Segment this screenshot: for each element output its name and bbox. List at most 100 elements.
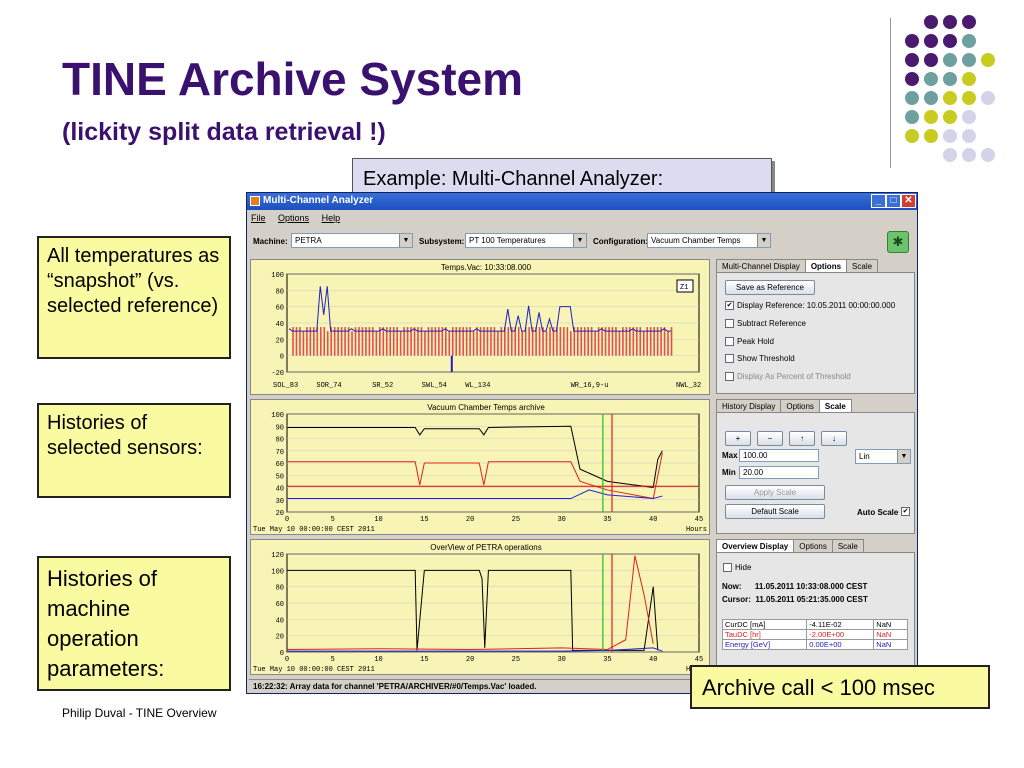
zoom-in-button[interactable]: + <box>725 431 751 446</box>
machine-label: Machine: <box>253 237 288 246</box>
decorative-dot <box>962 129 976 143</box>
selector-toolbar: Machine: PETRA ▼ Subsystem: PT 100 Temper… <box>247 229 917 255</box>
default-scale-button[interactable]: Default Scale <box>725 504 825 519</box>
decorative-dot <box>924 129 938 143</box>
checked-icon: ✔ <box>725 301 734 310</box>
analyzer-window: Multi-Channel Analyzer _ □ ✕ File Option… <box>246 192 918 694</box>
checkbox-icon <box>725 372 734 381</box>
machine-select[interactable]: PETRA ▼ <box>291 233 413 248</box>
menu-help[interactable]: Help <box>322 213 341 223</box>
decorative-dot <box>981 148 995 162</box>
subsystem-select[interactable]: PT 100 Temperatures ▼ <box>465 233 587 248</box>
scale-type-value: Lin <box>859 452 870 461</box>
decorative-dot <box>981 91 995 105</box>
decorative-dot <box>905 53 919 67</box>
tab-scale[interactable]: Scale <box>846 259 879 272</box>
chevron-down-icon[interactable]: ▼ <box>399 234 412 247</box>
display-reference-checkbox[interactable]: ✔ Display Reference: 10.05.2011 00:00:00.… <box>725 301 895 310</box>
menu-options[interactable]: Options <box>278 213 309 223</box>
table-row[interactable]: TauDC [hr] -2.00E+00 NaN <box>721 629 908 640</box>
param-name: Energy [GeV] <box>721 639 808 650</box>
decorative-dot <box>943 148 957 162</box>
show-threshold-label: Show Threshold <box>737 354 795 363</box>
x-tick-label: 0 <box>285 656 289 664</box>
x-tick-label: 0 <box>285 516 289 524</box>
max-input[interactable]: 100.00 <box>739 449 819 462</box>
cursor-readout: Cursor: 11.05.2011 05:21:35.000 CEST <box>722 595 868 604</box>
tab-options[interactable]: Options <box>804 259 848 272</box>
history-plot[interactable]: Vacuum Chamber Temps archive 100 90 80 70 60 5… <box>250 399 710 535</box>
tab-multichannel-display[interactable]: Multi-Channel Display <box>716 259 806 272</box>
menu-bar: File Options Help <box>247 211 917 227</box>
series-line <box>287 569 659 651</box>
decorative-dot <box>962 15 976 29</box>
x-tick-label: 45 <box>695 516 703 524</box>
history-panel: History Display Options Scale + − ↑ ↓ Max … <box>716 399 915 535</box>
scale-type-select[interactable]: Lin ▼ <box>855 449 911 464</box>
decorative-dot <box>981 53 995 67</box>
table-row[interactable]: CurDC [mA] -4.11E-02 NaN <box>721 619 908 630</box>
y-tick-label: 90 <box>276 424 284 432</box>
series-line <box>287 453 663 500</box>
min-input[interactable]: 20.00 <box>739 466 819 479</box>
shift-down-button[interactable]: ↓ <box>821 431 847 446</box>
divider <box>890 18 891 168</box>
chevron-down-icon[interactable]: ▼ <box>757 234 770 247</box>
peak-hold-checkbox[interactable]: Peak Hold <box>725 337 774 346</box>
y-tick-label: 100 <box>271 272 284 280</box>
y-tick-label: 40 <box>276 486 284 494</box>
tab-options[interactable]: Options <box>793 539 833 552</box>
menu-file[interactable]: File <box>251 213 266 223</box>
window-titlebar[interactable]: Multi-Channel Analyzer _ □ ✕ <box>247 193 917 210</box>
subsystem-value: PT 100 Temperatures <box>469 236 546 245</box>
save-reference-button[interactable]: Save as Reference <box>725 280 815 295</box>
tab-history-display[interactable]: History Display <box>716 399 782 412</box>
decorative-dot <box>962 72 976 86</box>
footer: Philip Duval - TINE Overview <box>62 706 217 720</box>
y-tick-label: 20 <box>276 634 284 642</box>
minimize-icon[interactable]: _ <box>871 194 886 208</box>
date-label: Tue May 10 00:00:00 CEST 2011 <box>253 526 375 534</box>
table-row[interactable]: Energy [GeV] 0.00E+00 NaN <box>721 639 908 650</box>
decorative-dot <box>943 34 957 48</box>
decorative-dot <box>943 129 957 143</box>
display-percent-checkbox[interactable]: Display As Percent of Threshold <box>725 372 851 381</box>
configuration-select[interactable]: Vacuum Chamber Temps ▼ <box>647 233 771 248</box>
decorative-dot <box>943 110 957 124</box>
show-threshold-checkbox[interactable]: Show Threshold <box>725 354 795 363</box>
tab-scale[interactable]: Scale <box>818 399 852 412</box>
bug-icon[interactable]: ✱ <box>887 231 909 253</box>
x-tick-label: 5 <box>331 516 335 524</box>
tab-scale[interactable]: Scale <box>831 539 864 552</box>
decorative-dot <box>962 91 976 105</box>
x-tick-label: WR_16,9-u <box>571 382 609 390</box>
param-value: -4.11E-02 <box>806 619 875 630</box>
x-axis-label: Hours <box>686 526 707 534</box>
snapshot-plot[interactable]: Temps.Vac: 10:33:08.000 100 80 60 40 20 0 -20 Z1… <box>250 259 710 395</box>
y-tick-label: 80 <box>276 585 284 593</box>
tab-overview-display[interactable]: Overview Display <box>716 539 795 552</box>
chart-title: Temps.Vac: 10:33:08.000 <box>441 263 532 272</box>
app-icon <box>250 196 260 206</box>
apply-scale-button[interactable]: Apply Scale <box>725 485 825 500</box>
hide-checkbox[interactable]: Hide <box>723 563 751 572</box>
decorative-dot <box>905 34 919 48</box>
overview-plot[interactable]: OverView of PETRA operations 120 100 80 60 40… <box>250 539 710 675</box>
zoom-out-button[interactable]: − <box>757 431 783 446</box>
checkbox-icon <box>725 354 734 363</box>
chevron-down-icon[interactable]: ▼ <box>897 450 910 463</box>
min-label: Min <box>722 468 736 477</box>
x-tick-label: 10 <box>374 656 382 664</box>
decorative-dot <box>924 34 938 48</box>
chevron-down-icon[interactable]: ▼ <box>573 234 586 247</box>
subtract-reference-checkbox[interactable]: Subtract Reference <box>725 319 806 328</box>
close-icon[interactable]: ✕ <box>901 194 916 208</box>
maximize-icon[interactable]: □ <box>886 194 901 208</box>
shift-up-button[interactable]: ↑ <box>789 431 815 446</box>
tab-options[interactable]: Options <box>780 399 820 412</box>
checkbox-icon <box>725 319 734 328</box>
y-tick-label: 70 <box>276 449 284 457</box>
x-tick-label: 20 <box>466 656 474 664</box>
zoom-label: Z1 <box>680 284 688 292</box>
param-name: TauDC [hr] <box>721 629 808 640</box>
